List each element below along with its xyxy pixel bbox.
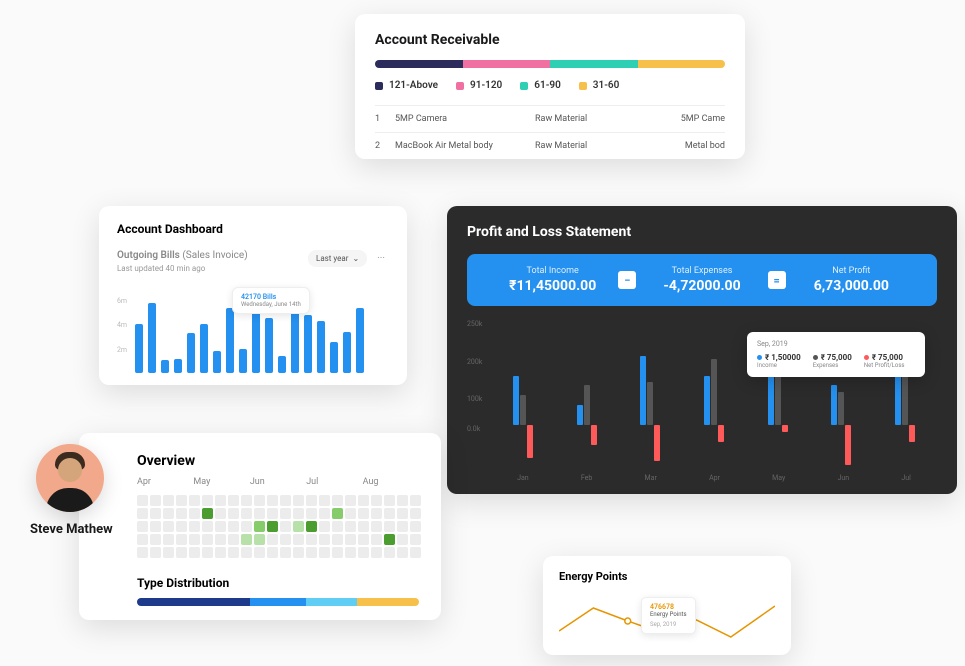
bar bbox=[226, 308, 234, 373]
chevron-down-icon: ⌄ bbox=[352, 254, 359, 263]
swatch-icon bbox=[520, 82, 528, 90]
energy-line-chart[interactable]: 476678 Energy Points Sep, 2019 bbox=[559, 593, 775, 647]
bar bbox=[278, 356, 286, 373]
aging-bar bbox=[375, 60, 725, 68]
timerange-select[interactable]: Last year⌄ bbox=[308, 250, 367, 267]
y-tick: 2m bbox=[117, 346, 127, 354]
net-profit: Net Profit 6,73,000.00 bbox=[786, 266, 917, 294]
y-tick: 6m bbox=[117, 297, 127, 305]
card-title: Account Dashboard bbox=[117, 222, 389, 236]
last-updated: Last updated 40 min ago bbox=[117, 264, 248, 273]
bar bbox=[161, 360, 169, 374]
swatch-icon bbox=[375, 82, 383, 90]
bar bbox=[135, 324, 143, 374]
tooltip-item: ₹ 1,50000Income bbox=[757, 353, 801, 369]
bar-segment bbox=[357, 598, 419, 606]
total-expenses: Total Expenses -4,72000.00 bbox=[636, 266, 767, 294]
y-tick: 4m bbox=[117, 321, 127, 329]
legend-item: 31-60 bbox=[579, 80, 620, 91]
bar-segment bbox=[463, 60, 551, 68]
overview-card: Overview Apr May Jun Jul Aug Type Distri… bbox=[79, 433, 441, 620]
user-name: Steve Mathew bbox=[30, 522, 113, 537]
bar bbox=[239, 349, 247, 373]
swatch-icon bbox=[456, 82, 464, 90]
bar-segment bbox=[250, 598, 306, 606]
summary-bar: Total Income ₹11,45000.00 − Total Expens… bbox=[467, 254, 937, 306]
bar bbox=[213, 351, 221, 374]
activity-heatmap[interactable] bbox=[137, 495, 419, 558]
card-title: Overview bbox=[137, 453, 419, 469]
y-tick: 0.0k bbox=[467, 425, 480, 433]
card-title: Account Receivable bbox=[375, 32, 725, 48]
bar-segment bbox=[137, 598, 250, 606]
chart-subtitle: Outgoing Bills (Sales Invoice) bbox=[117, 250, 248, 261]
chart-tooltip: 42170 Bills Wednesday, June 14th bbox=[232, 287, 310, 314]
legend-item: 91-120 bbox=[456, 80, 502, 91]
item-table: 1 5MP Camera Raw Material 5MP Came 2 Mac… bbox=[375, 105, 725, 159]
account-receivable-card: Account Receivable 121-Above 91-120 61-9… bbox=[355, 14, 745, 159]
more-button[interactable]: ··· bbox=[373, 251, 389, 266]
data-point bbox=[625, 618, 631, 624]
section-title: Type Distribution bbox=[137, 576, 419, 590]
dot-icon bbox=[813, 355, 818, 360]
bar-segment bbox=[306, 598, 357, 606]
swatch-icon bbox=[579, 82, 587, 90]
distribution-bar bbox=[137, 598, 419, 606]
energy-points-card: Energy Points 476678 Energy Points Sep, … bbox=[543, 556, 791, 655]
card-title: Energy Points bbox=[559, 570, 775, 583]
bar bbox=[330, 342, 338, 373]
bar bbox=[356, 308, 364, 373]
bar bbox=[148, 303, 156, 373]
total-income: Total Income ₹11,45000.00 bbox=[487, 266, 618, 294]
bar bbox=[304, 315, 312, 373]
chart-tooltip: 476678 Energy Points Sep, 2019 bbox=[641, 597, 696, 634]
table-row[interactable]: 2 MacBook Air Metal body Raw Material Me… bbox=[375, 132, 725, 159]
profit-loss-chart[interactable]: 250k 200k 100k 0.0k Sep, 2019 ₹ 1,50000I… bbox=[467, 320, 937, 470]
account-dashboard-card: Account Dashboard Outgoing Bills (Sales … bbox=[99, 206, 407, 385]
avatar-image bbox=[36, 444, 104, 512]
bills-bar-chart[interactable]: 6m 4m 2m 42170 Bills Wednesday, June 14t… bbox=[117, 283, 389, 373]
dot-icon bbox=[864, 355, 869, 360]
card-title: Profit and Loss Statement bbox=[467, 224, 937, 240]
legend-item: 61-90 bbox=[520, 80, 561, 91]
bar bbox=[174, 359, 182, 373]
user-profile[interactable]: Steve Mathew bbox=[36, 444, 113, 537]
minus-icon: − bbox=[618, 271, 636, 289]
table-row[interactable]: 1 5MP Camera Raw Material 5MP Came bbox=[375, 105, 725, 132]
tooltip-item: ₹ 75,000Net Profit/Loss bbox=[864, 353, 905, 369]
legend: 121-Above 91-120 61-90 31-60 bbox=[375, 80, 725, 91]
tooltip-item: ₹ 75,000Expenses bbox=[813, 353, 852, 369]
bar-segment bbox=[550, 60, 638, 68]
bar bbox=[317, 321, 325, 373]
bar-segment bbox=[375, 60, 463, 68]
y-tick: 250k bbox=[467, 320, 482, 328]
y-tick: 100k bbox=[467, 395, 482, 403]
y-tick: 200k bbox=[467, 358, 482, 366]
chart-tooltip: Sep, 2019 ₹ 1,50000Income ₹ 75,000Expens… bbox=[747, 332, 925, 377]
bar bbox=[200, 324, 208, 373]
bar bbox=[187, 333, 195, 374]
equals-icon: = bbox=[768, 271, 786, 289]
bar bbox=[343, 332, 351, 373]
x-axis: JanFebMarAprMayJunJul bbox=[467, 474, 937, 482]
bar-segment bbox=[638, 60, 726, 68]
bar bbox=[265, 318, 273, 373]
profit-loss-card: Profit and Loss Statement Total Income ₹… bbox=[447, 206, 957, 494]
dot-icon bbox=[757, 355, 762, 360]
month-labels: Apr May Jun Jul Aug bbox=[137, 477, 419, 487]
legend-item: 121-Above bbox=[375, 80, 438, 91]
